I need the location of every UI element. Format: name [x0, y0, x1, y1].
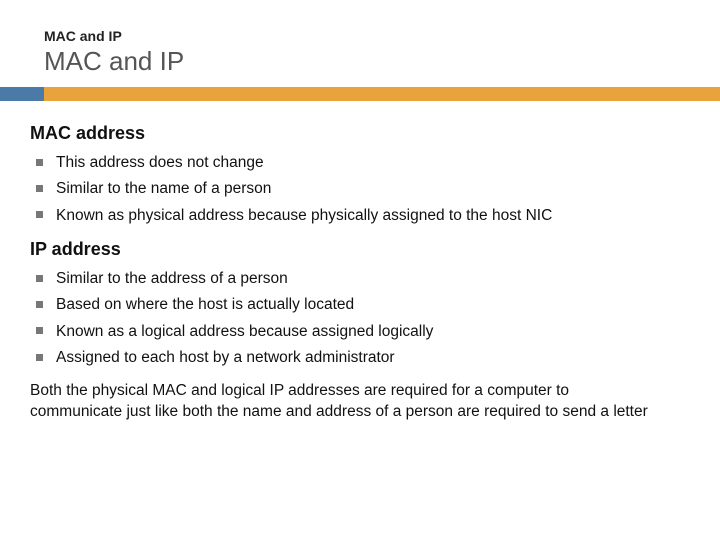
accent-bar-right: [44, 87, 720, 101]
list-item: Similar to the address of a person: [34, 266, 690, 292]
list-item: Known as physical address because physic…: [34, 203, 690, 229]
list-item: Similar to the name of a person: [34, 176, 690, 202]
footer-paragraph: Both the physical MAC and logical IP add…: [30, 381, 690, 423]
accent-bar: [0, 87, 720, 101]
bullet-list-ip: Similar to the address of a person Based…: [30, 266, 690, 371]
page-title: MAC and IP: [44, 46, 720, 77]
section-heading-ip: IP address: [30, 239, 690, 260]
list-item: Based on where the host is actually loca…: [34, 292, 690, 318]
slide: MAC and IP MAC and IP MAC address This a…: [0, 0, 720, 540]
list-item: This address does not change: [34, 150, 690, 176]
header: MAC and IP MAC and IP: [0, 0, 720, 77]
bullet-list-mac: This address does not change Similar to …: [30, 150, 690, 229]
breadcrumb: MAC and IP: [44, 28, 720, 44]
accent-bar-left: [0, 87, 44, 101]
content: MAC address This address does not change…: [0, 101, 720, 423]
list-item: Known as a logical address because assig…: [34, 319, 690, 345]
list-item: Assigned to each host by a network admin…: [34, 345, 690, 371]
section-heading-mac: MAC address: [30, 123, 690, 144]
